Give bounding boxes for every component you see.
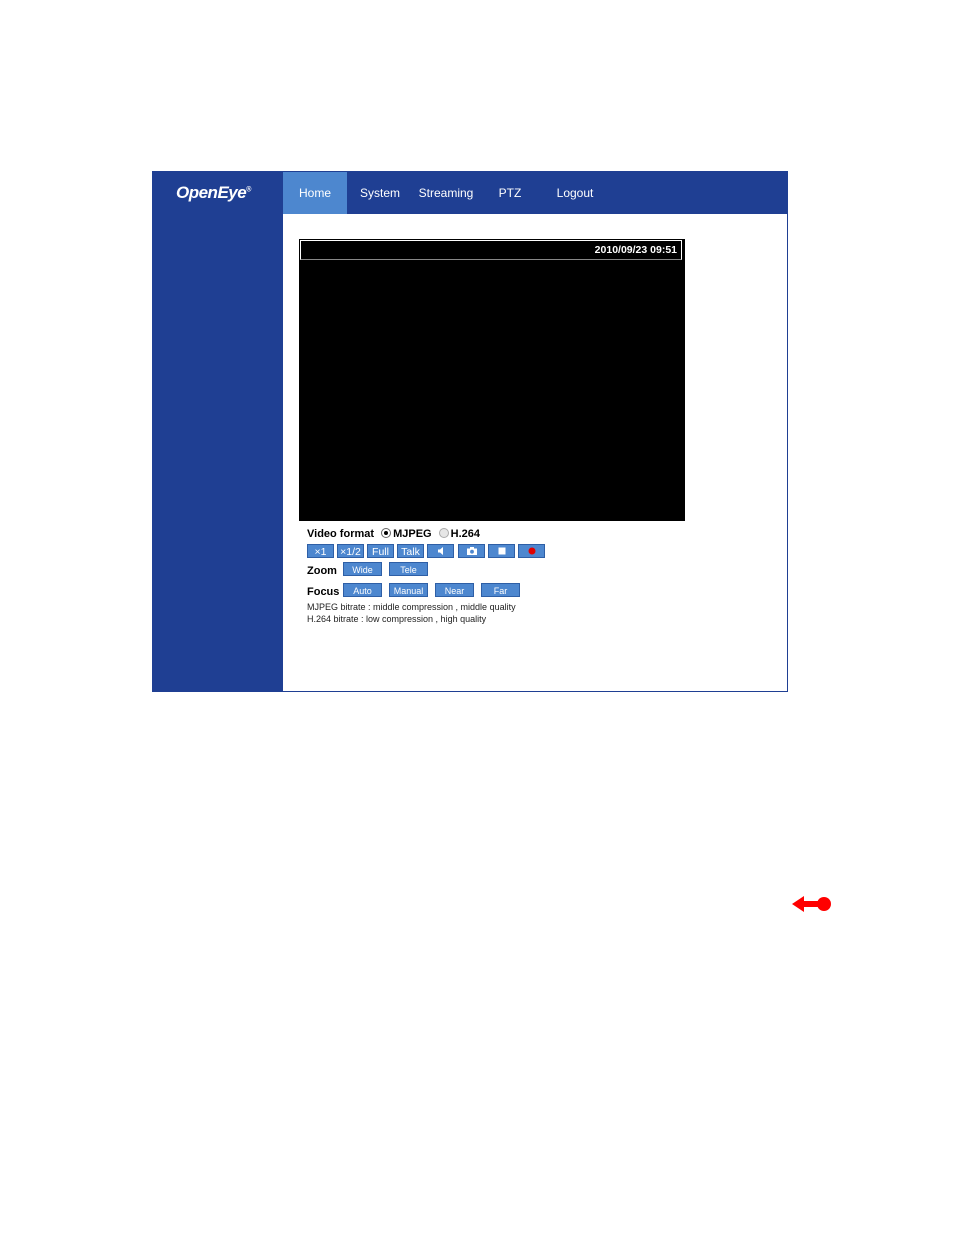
mjpeg-bitrate-info: MJPEG bitrate : middle compression , mid… [307, 602, 516, 612]
mjpeg-label: MJPEG [393, 528, 432, 540]
zoom-label: Zoom [307, 565, 337, 577]
nav-logout[interactable]: Logout [549, 172, 601, 214]
video-viewer[interactable]: 2010/09/23 09:51 [299, 239, 685, 521]
full-screen-button[interactable]: Full [367, 544, 394, 558]
snapshot-button[interactable] [458, 544, 485, 558]
focus-far-button[interactable]: Far [481, 583, 520, 597]
main-content: 2010/09/23 09:51 Video format MJPEG H.26… [283, 214, 787, 691]
focus-manual-button[interactable]: Manual [389, 583, 428, 597]
stop-icon [498, 547, 505, 555]
video-timestamp: 2010/09/23 09:51 [594, 244, 677, 256]
nav-streaming[interactable]: Streaming [413, 172, 479, 214]
speaker-icon [437, 547, 443, 555]
record-button[interactable] [518, 544, 545, 558]
top-nav: Home System Streaming PTZ Logout [283, 172, 787, 214]
video-header: 2010/09/23 09:51 [300, 240, 682, 260]
nav-ptz[interactable]: PTZ [489, 172, 531, 214]
focus-near-button[interactable]: Near [435, 583, 474, 597]
video-format-row: Video format MJPEG H.264 [307, 528, 480, 540]
sidebar: OpenEye® [153, 172, 283, 691]
stop-button[interactable] [488, 544, 515, 558]
scale-x1-button[interactable]: ×1 [307, 544, 334, 558]
h264-radio[interactable] [438, 528, 449, 538]
camera-icon [466, 547, 477, 555]
focus-label: Focus [307, 586, 340, 598]
camera-web-ui: OpenEye® Home System Streaming PTZ Logou… [152, 171, 788, 692]
h264-label: H.264 [450, 528, 481, 540]
record-icon [528, 547, 535, 555]
focus-auto-button[interactable]: Auto [343, 583, 382, 597]
back-arrow-icon[interactable] [792, 894, 832, 914]
scale-half-button[interactable]: ×1/2 [337, 544, 364, 558]
openeye-logo: OpenEye® [176, 183, 251, 202]
zoom-tele-button[interactable]: Tele [389, 562, 428, 576]
zoom-wide-button[interactable]: Wide [343, 562, 382, 576]
speaker-button[interactable] [427, 544, 454, 558]
talk-button[interactable]: Talk [397, 544, 424, 558]
nav-system[interactable]: System [355, 172, 405, 214]
h264-bitrate-info: H.264 bitrate : low compression , high q… [307, 614, 487, 624]
nav-home[interactable]: Home [283, 172, 347, 214]
mjpeg-radio[interactable] [381, 528, 392, 538]
video-format-label: Video format [307, 528, 375, 540]
